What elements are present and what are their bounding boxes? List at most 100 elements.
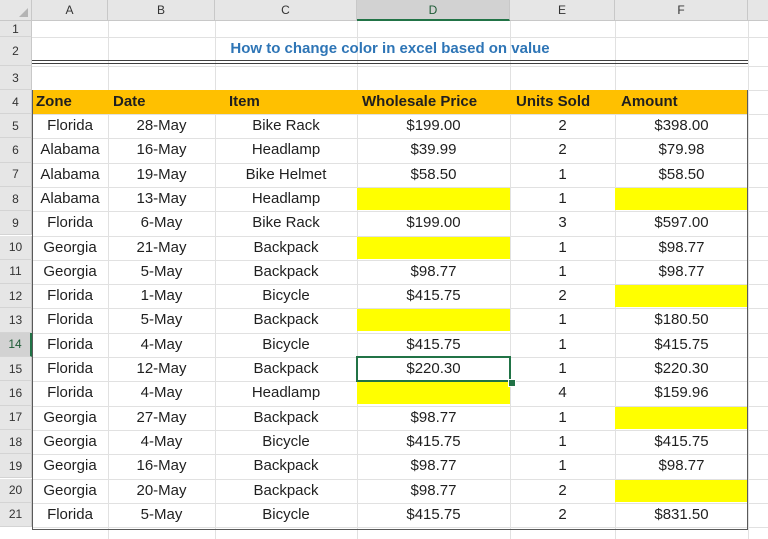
row-header-10[interactable]: 10 [0, 235, 32, 260]
row-header-14[interactable]: 14 [0, 332, 32, 357]
cell-amount[interactable]: $415.75 [615, 334, 748, 356]
header-wholesale-price[interactable]: Wholesale Price [362, 90, 477, 114]
column-header-g-partial[interactable] [748, 0, 768, 21]
cell-units[interactable]: 1 [510, 358, 615, 380]
cell-date[interactable]: 19-May [108, 164, 215, 186]
cell-date[interactable]: 16-May [108, 455, 215, 477]
cell-date[interactable]: 6-May [108, 212, 215, 234]
cell-amount[interactable]: $98.77 [615, 261, 748, 283]
cell-price[interactable]: $415.75 [357, 285, 510, 307]
column-header-c[interactable]: C [215, 0, 357, 21]
row-header-13[interactable]: 13 [0, 308, 32, 333]
cell-zone[interactable]: Florida [32, 212, 108, 234]
cell-zone[interactable]: Alabama [32, 188, 108, 210]
cell-item[interactable]: Headlamp [215, 188, 357, 210]
cell-units[interactable]: 2 [510, 139, 615, 161]
row-header-20[interactable]: 20 [0, 478, 32, 503]
cell-date[interactable]: 20-May [108, 480, 215, 502]
cell-price[interactable]: $199.00 [357, 212, 510, 234]
cell-item[interactable]: Bicycle [215, 285, 357, 307]
cell-item[interactable]: Backpack [215, 237, 357, 259]
cell-date[interactable]: 5-May [108, 504, 215, 526]
cell-item[interactable]: Bike Rack [215, 115, 357, 137]
cell-amount[interactable]: $159.96 [615, 382, 748, 404]
row-header-4[interactable]: 4 [0, 90, 32, 114]
column-header-f[interactable]: F [615, 0, 748, 21]
cell-item[interactable]: Bicycle [215, 504, 357, 526]
cell-zone[interactable]: Alabama [32, 164, 108, 186]
row-header-19[interactable]: 19 [0, 454, 32, 479]
cell-zone[interactable]: Georgia [32, 480, 108, 502]
row-header-15[interactable]: 15 [0, 357, 32, 382]
cell-date[interactable]: 4-May [108, 382, 215, 404]
cell-amount[interactable]: $58.50 [615, 164, 748, 186]
cell-zone[interactable]: Florida [32, 358, 108, 380]
header-units-sold[interactable]: Units Sold [516, 90, 590, 114]
cell-date[interactable]: 16-May [108, 139, 215, 161]
cell-item[interactable]: Backpack [215, 455, 357, 477]
row-header-3[interactable]: 3 [0, 66, 32, 90]
cell-zone[interactable]: Florida [32, 115, 108, 137]
cell-item[interactable]: Headlamp [215, 382, 357, 404]
fill-handle[interactable] [508, 379, 516, 387]
cell-date[interactable]: 28-May [108, 115, 215, 137]
column-header-a[interactable]: A [32, 0, 108, 21]
select-all-corner[interactable] [0, 0, 32, 21]
header-zone[interactable]: Zone [36, 90, 72, 114]
column-header-b[interactable]: B [108, 0, 215, 21]
row-header-9[interactable]: 9 [0, 211, 32, 236]
cell-zone[interactable]: Georgia [32, 237, 108, 259]
row-header-6[interactable]: 6 [0, 138, 32, 163]
cell-amount[interactable] [615, 406, 748, 429]
cell-amount[interactable]: $220.30 [615, 358, 748, 380]
row-header-12[interactable]: 12 [0, 284, 32, 309]
cell-date[interactable]: 1-May [108, 285, 215, 307]
cell-units[interactable]: 1 [510, 407, 615, 429]
cell-price[interactable]: $98.77 [357, 480, 510, 502]
cell-price[interactable]: $199.00 [357, 115, 510, 137]
cell-zone[interactable]: Florida [32, 504, 108, 526]
cell-date[interactable]: 27-May [108, 407, 215, 429]
cell-item[interactable]: Headlamp [215, 139, 357, 161]
cell-amount[interactable] [615, 285, 748, 308]
cell-date[interactable]: 21-May [108, 237, 215, 259]
row-header-2[interactable]: 2 [0, 37, 32, 66]
cell-amount[interactable]: $597.00 [615, 212, 748, 234]
cell-units[interactable]: 1 [510, 237, 615, 259]
cell-units[interactable]: 1 [510, 188, 615, 210]
cell-zone[interactable]: Georgia [32, 261, 108, 283]
cell-date[interactable]: 4-May [108, 431, 215, 453]
column-header-e[interactable]: E [510, 0, 615, 21]
cell-price[interactable] [357, 382, 510, 405]
active-cell-d14[interactable] [356, 356, 511, 382]
cell-item[interactable]: Backpack [215, 407, 357, 429]
cell-units[interactable]: 1 [510, 431, 615, 453]
cell-zone[interactable]: Florida [32, 285, 108, 307]
cell-amount[interactable] [615, 187, 748, 210]
row-header-11[interactable]: 11 [0, 259, 32, 285]
cell-units[interactable]: 1 [510, 164, 615, 186]
header-item[interactable]: Item [229, 90, 260, 114]
header-date[interactable]: Date [113, 90, 146, 114]
cell-date[interactable]: 5-May [108, 261, 215, 283]
cell-amount[interactable]: $98.77 [615, 455, 748, 477]
cell-units[interactable]: 1 [510, 455, 615, 477]
cell-item[interactable]: Bicycle [215, 334, 357, 356]
cell-zone[interactable]: Florida [32, 334, 108, 356]
cell-zone[interactable]: Georgia [32, 431, 108, 453]
cell-price[interactable]: $39.99 [357, 139, 510, 161]
cell-date[interactable]: 13-May [108, 188, 215, 210]
cell-price[interactable]: $98.77 [357, 455, 510, 477]
cell-amount[interactable]: $98.77 [615, 237, 748, 259]
cell-units[interactable]: 1 [510, 261, 615, 283]
cell-price[interactable]: $415.75 [357, 334, 510, 356]
cell-amount[interactable]: $79.98 [615, 139, 748, 161]
cell-amount[interactable] [615, 479, 748, 502]
cell-amount[interactable]: $415.75 [615, 431, 748, 453]
cell-units[interactable]: 2 [510, 504, 615, 526]
header-amount[interactable]: Amount [621, 90, 678, 114]
cell-item[interactable]: Backpack [215, 309, 357, 331]
cell-price[interactable] [357, 187, 510, 210]
row-header-18[interactable]: 18 [0, 429, 32, 455]
cell-zone[interactable]: Florida [32, 309, 108, 331]
